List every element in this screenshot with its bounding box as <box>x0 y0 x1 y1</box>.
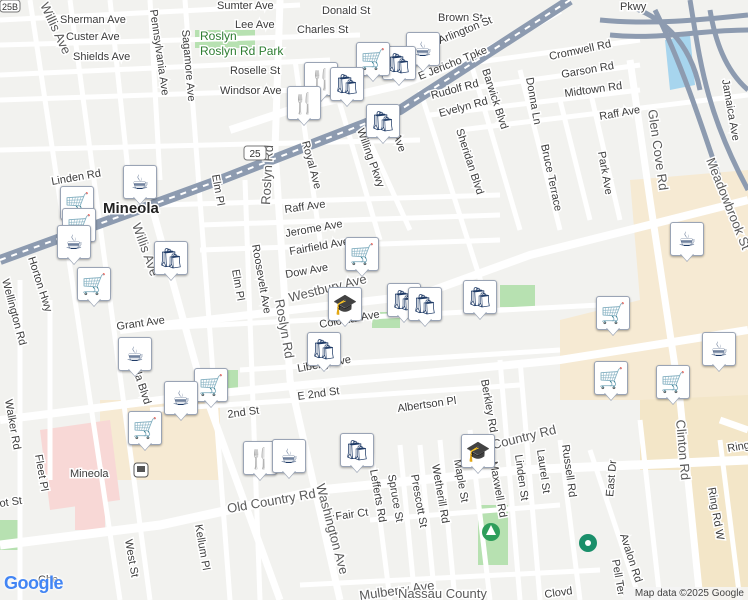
shopping-cart-icon: 🛒 <box>594 361 628 395</box>
map-canvas[interactable]: Sumter Ave Sherman Ave Lee Ave Donald St… <box>0 0 748 600</box>
google-logo-text: Google <box>4 573 64 593</box>
restaurant-marker[interactable]: 🍴 <box>287 86 321 126</box>
street-label-pkwy: Pkwy <box>620 1 647 13</box>
coffee-icon: ☕ <box>670 222 704 256</box>
shopping-cart-icon: 🛒 <box>345 237 379 271</box>
attribution-bar: Map data ©2025 Google <box>622 587 748 600</box>
street-label-raff-east: Raff Ave <box>598 104 641 123</box>
route-25b-shield: 25B <box>0 0 21 13</box>
coffee-marker[interactable]: ☕ <box>164 381 198 421</box>
street-label-sherman: Sherman Ave <box>60 14 126 26</box>
place-pin-icon <box>579 534 597 552</box>
street-label-royal: Royal Ave <box>299 140 323 191</box>
coffee-marker[interactable]: ☕ <box>272 439 306 479</box>
coffee-marker[interactable]: ☕ <box>702 332 736 372</box>
coffee-icon: ☕ <box>272 439 306 473</box>
street-label-sumter: Sumter Ave <box>217 0 274 12</box>
coffee-marker[interactable]: ☕ <box>57 225 91 265</box>
street-label-dow: Dow Ave <box>284 262 329 281</box>
street-label-park: Park Ave <box>595 150 614 195</box>
street-label-charles: Charles St <box>297 24 348 36</box>
shopping-bag-marker[interactable]: 🛍 <box>340 433 374 473</box>
street-label-donald: Donald St <box>322 5 370 17</box>
graduation-cap-icon: 🎓 <box>328 287 362 321</box>
shopping-bag-marker[interactable]: 🛍 <box>307 332 341 372</box>
shopping-cart-icon: 🛒 <box>128 411 162 445</box>
shopping-bag-icon: 🛍 <box>340 433 374 467</box>
street-label-shields: Shields Ave <box>73 51 130 63</box>
street-label-kellum: Kellum Pl <box>192 523 212 571</box>
coffee-marker[interactable]: ☕ <box>670 222 704 262</box>
map-base-layer: Sumter Ave Sherman Ave Lee Ave Donald St… <box>0 0 748 600</box>
shopping-cart-marker[interactable]: 🛒 <box>345 237 379 277</box>
shopping-cart-marker[interactable]: 🛒 <box>77 267 111 307</box>
fork-knife-icon: 🍴 <box>287 86 321 120</box>
coffee-icon: ☕ <box>702 332 736 366</box>
coffee-icon: ☕ <box>123 165 157 199</box>
street-label-west: West St <box>122 538 140 578</box>
shopping-bag-icon: 🛍 <box>366 104 400 138</box>
svg-text:25: 25 <box>249 149 261 160</box>
shopping-cart-marker[interactable]: 🛒 <box>656 365 690 405</box>
street-label-horton: Horton Hwy <box>25 255 54 314</box>
shopping-cart-icon: 🛒 <box>596 296 630 330</box>
shopping-bag-icon: 🛍 <box>408 287 442 321</box>
shopping-cart-marker[interactable]: 🛒 <box>128 411 162 451</box>
street-label-garson: Garson Rd <box>560 60 614 81</box>
shopping-bag-icon: 🛍 <box>463 280 497 314</box>
school-marker[interactable]: 🎓 <box>328 287 362 327</box>
school-marker[interactable]: 🎓 <box>461 434 495 474</box>
coffee-icon: ☕ <box>57 225 91 259</box>
street-label-roosevelt: Roosevelt Ave <box>249 243 273 314</box>
shopping-bag-icon: 🛍 <box>154 241 188 275</box>
street-label-clovd: Clovd <box>544 585 574 600</box>
station-label-mineola: Mineola <box>70 468 109 480</box>
street-label-albertson: Albertson Pl <box>397 395 457 415</box>
shopping-cart-marker[interactable]: 🛒 <box>194 368 228 408</box>
shopping-cart-marker[interactable]: 🛒 <box>596 296 630 336</box>
coffee-marker[interactable]: ☕ <box>123 165 157 205</box>
street-label-east-dr: East Dr <box>604 459 619 497</box>
shopping-bag-icon: 🛍 <box>330 67 364 101</box>
shopping-bag-marker[interactable]: 🛍 <box>330 67 364 107</box>
street-label-roselle: Roselle St <box>230 65 280 77</box>
shopping-bag-marker[interactable]: 🛍 <box>463 280 497 320</box>
street-label-fair-ct: Fair Ct <box>335 506 369 522</box>
street-label-lefferts: Lefferts Rd <box>367 468 388 523</box>
shopping-bag-icon: 🛍 <box>307 332 341 366</box>
street-label-elm-2: Elm Pl <box>229 268 246 301</box>
graduation-cap-icon: 🎓 <box>461 434 495 468</box>
park-label-roslyn-line1: Roslyn <box>200 29 237 43</box>
street-label-bruce: Bruce Terrace <box>538 143 564 212</box>
shopping-cart-marker[interactable]: 🛒 <box>594 361 628 401</box>
svg-text:25B: 25B <box>2 2 18 12</box>
street-label-evelyn: Evelyn Rd <box>438 95 490 120</box>
coffee-icon: ☕ <box>164 381 198 415</box>
street-label-cromwell: Cromwell Rd <box>548 38 612 63</box>
street-label-windsor: Windsor Ave <box>220 85 282 97</box>
park-label-roslyn: Roslyn Rd Park <box>200 44 284 58</box>
route-25-shield: 25 <box>243 145 267 161</box>
street-label-sheridan: Sheridan Blvd <box>453 127 486 196</box>
train-station-icon <box>133 462 149 478</box>
coffee-icon: ☕ <box>118 337 152 371</box>
street-label-wellington: Wellington Rd <box>0 278 28 347</box>
map-data-attribution: Map data ©2025 Google <box>634 588 744 599</box>
park-pin-icon <box>482 523 500 541</box>
shopping-cart-icon: 🛒 <box>77 267 111 301</box>
area-label-nassau-county: Nassau County <box>398 586 487 600</box>
shopping-bag-marker[interactable]: 🛍 <box>366 104 400 144</box>
coffee-marker[interactable]: ☕ <box>118 337 152 377</box>
shopping-bag-marker[interactable]: 🛍 <box>408 287 442 327</box>
shopping-cart-icon: 🛒 <box>194 368 228 402</box>
shopping-cart-icon: 🛒 <box>656 365 690 399</box>
google-logo: Google <box>4 573 64 594</box>
street-label-lee: Lee Ave <box>235 19 275 31</box>
shopping-bag-marker[interactable]: 🛍 <box>154 241 188 281</box>
street-label-custer: Custer Ave <box>66 31 120 43</box>
